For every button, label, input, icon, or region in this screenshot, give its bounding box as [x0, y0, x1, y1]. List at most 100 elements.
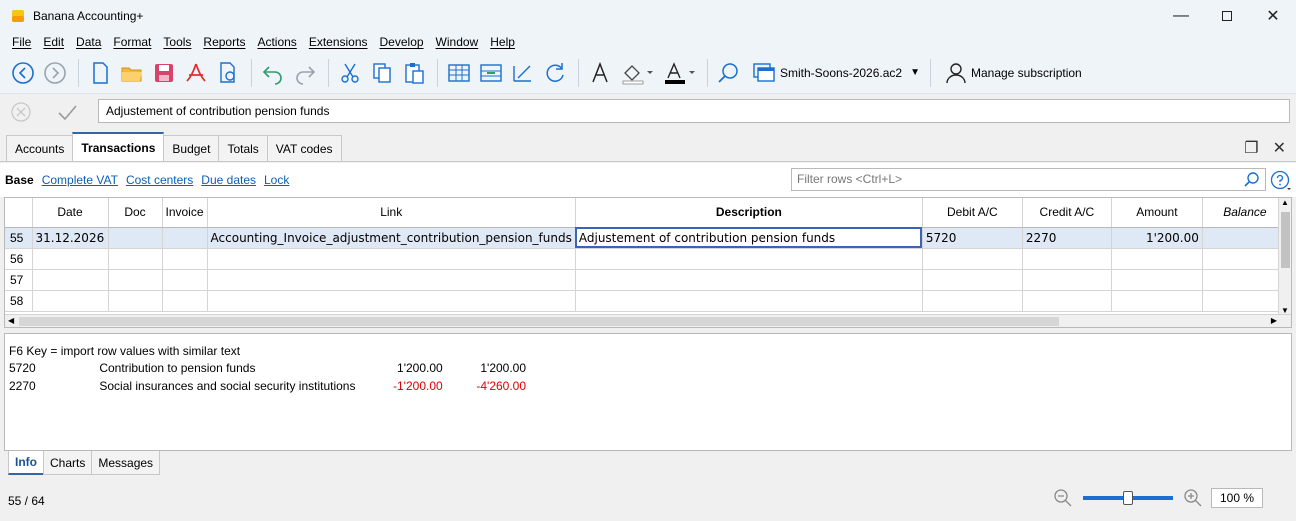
manage-subscription-button[interactable]: Manage subscription — [945, 62, 1082, 84]
column-header-amount[interactable]: Amount — [1111, 198, 1203, 228]
table-row[interactable]: 58 — [5, 290, 1288, 312]
table-row[interactable]: 55 31.12.2026 Accounting_Invoice_adjustm… — [5, 227, 1288, 249]
row-number[interactable]: 55 — [5, 227, 33, 249]
column-header-date[interactable]: Date — [32, 198, 109, 228]
cell-balance[interactable] — [1202, 248, 1288, 270]
fill-color-button[interactable] — [617, 58, 657, 88]
vertical-scrollbar[interactable]: ▲ ▼ — [1278, 198, 1291, 315]
menu-format[interactable]: Format — [113, 35, 151, 49]
cell-doc[interactable] — [108, 227, 163, 249]
scroll-up-icon[interactable]: ▲ — [1281, 198, 1289, 207]
cell-edit-input[interactable]: Adjustement of contribution pension fund… — [98, 99, 1290, 123]
column-header-description[interactable]: Description — [575, 198, 923, 228]
back-button[interactable] — [8, 58, 38, 88]
menu-data[interactable]: Data — [76, 35, 101, 49]
menu-window[interactable]: Window — [436, 35, 479, 49]
tab-messages[interactable]: Messages — [91, 451, 161, 475]
search-button[interactable] — [714, 58, 744, 88]
insert-rows-button[interactable] — [476, 58, 506, 88]
save-button[interactable] — [149, 58, 179, 88]
cell-balance[interactable] — [1202, 227, 1288, 249]
zoom-out-icon[interactable] — [1053, 488, 1073, 508]
cancel-edit-icon[interactable] — [10, 101, 32, 123]
cell-link[interactable] — [207, 290, 576, 312]
cell-amount[interactable]: 1'200.00 — [1111, 227, 1203, 249]
forward-button[interactable] — [40, 58, 70, 88]
cell-balance[interactable] — [1202, 269, 1288, 291]
horizontal-scroll-thumb[interactable] — [19, 317, 1059, 326]
open-file-button[interactable] — [117, 58, 147, 88]
zoom-in-icon[interactable] — [1183, 488, 1203, 508]
cell-date[interactable] — [32, 248, 109, 270]
cell-debit[interactable] — [922, 248, 1023, 270]
cell-credit[interactable] — [1022, 269, 1112, 291]
row-number[interactable]: 56 — [5, 248, 33, 270]
row-number[interactable]: 58 — [5, 290, 33, 312]
minimize-button[interactable]: — — [1158, 0, 1204, 32]
maximize-button[interactable] — [1204, 0, 1250, 32]
font-button[interactable] — [585, 58, 615, 88]
file-selector[interactable]: Smith-Soons-2026.ac2 ▼ — [748, 59, 924, 87]
add-rows-button[interactable] — [444, 58, 474, 88]
view-lock[interactable]: Lock — [264, 173, 289, 187]
cell-description[interactable] — [575, 248, 923, 270]
new-file-button[interactable] — [85, 58, 115, 88]
cell-doc[interactable] — [108, 290, 163, 312]
cell-amount[interactable] — [1111, 269, 1203, 291]
view-cost-centers[interactable]: Cost centers — [126, 173, 193, 187]
table-row[interactable]: 56 — [5, 248, 1288, 270]
vertical-scroll-thumb[interactable] — [1281, 212, 1290, 268]
text-color-button[interactable] — [659, 58, 699, 88]
cell-invoice[interactable] — [162, 227, 208, 249]
cell-doc[interactable] — [108, 269, 163, 291]
cell-date[interactable]: 31.12.2026 — [32, 227, 109, 249]
cell-credit[interactable] — [1022, 248, 1112, 270]
row-number[interactable]: 57 — [5, 269, 33, 291]
tab-totals[interactable]: Totals — [218, 135, 268, 161]
cell-date[interactable] — [32, 290, 109, 312]
zoom-slider[interactable] — [1083, 491, 1173, 505]
view-complete-vat[interactable]: Complete VAT — [42, 173, 118, 187]
tab-charts[interactable]: Charts — [43, 451, 93, 475]
column-header-link[interactable]: Link — [207, 198, 576, 228]
cut-button[interactable] — [335, 58, 365, 88]
menu-reports[interactable]: Reports — [203, 35, 245, 49]
cell-description[interactable]: Adjustement of contribution pension fund… — [575, 227, 923, 249]
menu-actions[interactable]: Actions — [257, 35, 296, 49]
close-panel-icon[interactable]: ✕ — [1273, 138, 1286, 158]
filter-rows-input[interactable]: Filter rows <Ctrl+L> — [791, 168, 1266, 191]
cell-credit[interactable] — [1022, 290, 1112, 312]
menu-tools[interactable]: Tools — [163, 35, 191, 49]
menu-help[interactable]: Help — [490, 35, 515, 49]
cell-description[interactable] — [575, 290, 923, 312]
view-base[interactable]: Base — [5, 173, 34, 187]
zoom-level[interactable]: 100 % — [1211, 488, 1263, 508]
cell-date[interactable] — [32, 269, 109, 291]
cell-link[interactable] — [207, 248, 576, 270]
recalculate-button[interactable] — [540, 58, 570, 88]
detach-panel-icon[interactable]: ❐ — [1244, 138, 1258, 158]
column-header-invoice[interactable]: Invoice — [162, 198, 208, 228]
close-button[interactable]: ✕ — [1250, 0, 1296, 32]
table-row[interactable]: 57 — [5, 269, 1288, 291]
scroll-right-icon[interactable]: ▶ — [1271, 316, 1277, 325]
column-header-debit[interactable]: Debit A/C — [922, 198, 1023, 228]
print-preview-button[interactable] — [213, 58, 243, 88]
column-header-rownum[interactable] — [5, 198, 33, 228]
help-icon[interactable] — [1270, 170, 1292, 192]
column-header-doc[interactable]: Doc — [108, 198, 163, 228]
tab-info[interactable]: Info — [8, 451, 44, 475]
cell-debit[interactable] — [922, 290, 1023, 312]
menu-edit[interactable]: Edit — [43, 35, 64, 49]
view-due-dates[interactable]: Due dates — [201, 173, 256, 187]
menu-file[interactable]: File — [12, 35, 31, 49]
undo-button[interactable] — [258, 58, 288, 88]
zoom-slider-thumb[interactable] — [1123, 491, 1133, 505]
tab-vat-codes[interactable]: VAT codes — [266, 135, 342, 161]
tab-budget[interactable]: Budget — [163, 135, 220, 161]
menu-extensions[interactable]: Extensions — [309, 35, 368, 49]
cell-link[interactable] — [207, 269, 576, 291]
cell-description[interactable] — [575, 269, 923, 291]
cell-debit[interactable] — [922, 269, 1023, 291]
cell-link[interactable]: Accounting_Invoice_adjustment_contributi… — [207, 227, 576, 249]
